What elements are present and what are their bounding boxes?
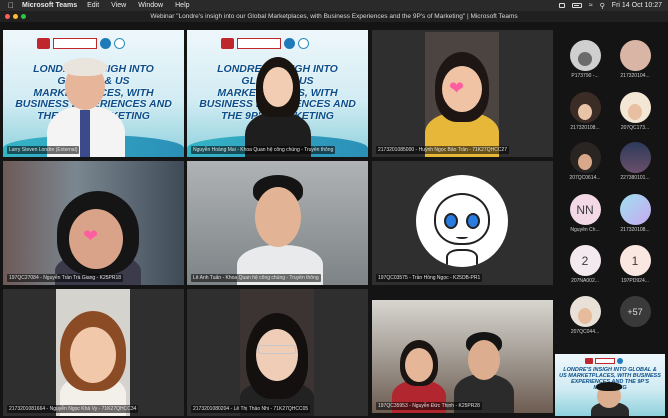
roster-label: 207NA002... xyxy=(571,278,599,284)
window-title-bar: Webinar "Londre's insigh into our Global… xyxy=(0,11,668,22)
roster-label: 197PD924... xyxy=(621,278,649,284)
window-title: Webinar "Londre's insigh into our Global… xyxy=(150,13,518,20)
participant-name: 197QC27084 - Nguyễn Trần Trà Giang - K25… xyxy=(7,274,124,282)
menu-item-view[interactable]: View xyxy=(111,2,126,9)
avatar xyxy=(569,142,601,173)
self-view-tile[interactable]: LONDRE'S INSIGH INTO GLOBAL & US MARKETP… xyxy=(555,354,665,416)
search-icon[interactable]: ⚲ xyxy=(600,2,605,10)
close-window-button[interactable] xyxy=(5,14,10,19)
video-tile[interactable]: 197QC35953 - Nguyễn Đức Thịnh - K25PR28 xyxy=(372,300,553,413)
roster-label: Nguyễn Ch... xyxy=(570,227,600,233)
apple-icon[interactable]:  xyxy=(8,1,14,10)
status-icon[interactable] xyxy=(558,3,565,8)
avatar xyxy=(569,296,601,327)
roster-label: 227380101... xyxy=(620,175,650,181)
roster-label: 207QC173... xyxy=(620,125,650,131)
video-tile[interactable]: 2173201080204 - Lê Thị Thảo Nhi - 71K27Q… xyxy=(187,289,368,416)
badge-logo xyxy=(100,38,111,49)
roster-participant[interactable]: 2 207NA002... xyxy=(565,245,605,284)
menu-item-window[interactable]: Window xyxy=(138,2,163,9)
avatar xyxy=(619,40,651,71)
zoom-window-button[interactable] xyxy=(21,14,26,19)
avatar xyxy=(569,92,601,123)
menu-item-help[interactable]: Help xyxy=(175,2,189,9)
participant-name: Larry Steven Londre (External) xyxy=(7,146,80,154)
roster-label: 217320104... xyxy=(620,73,650,79)
badge-logo xyxy=(284,38,295,49)
clock[interactable]: Fri 14 Oct 10:27 xyxy=(612,2,662,9)
menu-bar:  Microsoft Teams Edit View Window Help … xyxy=(0,0,668,11)
app-menu[interactable]: Microsoft Teams xyxy=(22,2,77,9)
avatar xyxy=(619,194,651,225)
video-tile[interactable]: Lê Anh Tuấn - Khoa Quan hệ công chúng - … xyxy=(187,161,368,285)
roster-participant[interactable]: NN Nguyễn Ch... xyxy=(565,194,605,233)
roster-participant[interactable]: 217320108... xyxy=(615,194,655,233)
roster-participant[interactable]: 227380101... xyxy=(615,142,655,181)
roster-label: P173790 -... xyxy=(571,73,599,79)
roster-participant[interactable]: 207QC173... xyxy=(615,92,655,131)
video-tile[interactable]: ❤ 197QC27084 - Nguyễn Trần Trà Giang - K… xyxy=(3,161,184,285)
battery-icon[interactable] xyxy=(571,3,582,8)
participant-name: 2173201085000 - Huỳnh Ngọc Bảo Trân - 71… xyxy=(376,146,509,154)
avatar-initials: 1 xyxy=(619,245,651,276)
participant-name: Nguyễn Hoàng Mai - Khoa Quan hệ công chú… xyxy=(191,146,336,154)
participant-name: 197QC35953 - Nguyễn Đức Thịnh - K25PR28 xyxy=(376,402,482,410)
profile-image xyxy=(416,175,508,267)
roster-label: 217320108... xyxy=(570,125,600,131)
participant-name: 2173201080204 - Lê Thị Thảo Nhi - 71K27Q… xyxy=(191,405,311,413)
university-logo xyxy=(221,38,234,49)
more-participants-button[interactable]: +57 xyxy=(615,296,655,327)
heart-icon: ❤ xyxy=(449,78,465,98)
menu-item-edit[interactable]: Edit xyxy=(87,2,99,9)
roster-participant[interactable]: P173790 -... xyxy=(565,40,605,79)
avatar-initials: 2 xyxy=(569,245,601,276)
video-tile[interactable]: 2173201081664 - Nguyễn Ngọc Khả Vy - 71K… xyxy=(3,289,184,416)
participant-video xyxy=(240,289,314,416)
roster-label: 207QC0614... xyxy=(569,175,601,181)
roster-participant[interactable]: 207QC0614... xyxy=(565,142,605,181)
avatar xyxy=(619,142,651,173)
video-tile[interactable]: ❤ 2173201085000 - Huỳnh Ngọc Bảo Trân - … xyxy=(372,30,553,157)
participant-name: 2173201081664 - Nguyễn Ngọc Khả Vy - 71K… xyxy=(7,405,139,413)
participant-name: 197QC03575 - Trần Hồng Ngọc - K25DB-PR1 xyxy=(376,274,483,282)
video-tile[interactable]: 197QC03575 - Trần Hồng Ngọc - K25DB-PR1 xyxy=(372,161,553,285)
video-tile[interactable]: LONDRE'S INSIGH INTO GLOBAL & US MARKETP… xyxy=(3,30,184,157)
minimize-window-button[interactable] xyxy=(13,14,18,19)
roster-participant[interactable]: 1 197PD924... xyxy=(615,245,655,284)
roster-participant[interactable]: 207QC044... xyxy=(565,296,605,335)
university-logo xyxy=(585,358,593,364)
avatar-initials: NN xyxy=(569,194,601,225)
participant-video xyxy=(56,289,130,416)
wifi-icon[interactable]: ≈ xyxy=(589,2,593,9)
roster-label: 217320108... xyxy=(620,227,650,233)
roster-label: 207QC044... xyxy=(570,329,600,335)
more-participants-count: +57 xyxy=(619,296,651,327)
participant-name: Lê Anh Tuấn - Khoa Quan hệ công chúng - … xyxy=(191,274,321,282)
participant-video: ❤ xyxy=(425,32,499,157)
avatar xyxy=(569,40,601,71)
video-tile[interactable]: LONDRE'S INSIGH INTO GLOBAL & US MARKETP… xyxy=(187,30,368,157)
avatar xyxy=(619,92,651,123)
heart-icon: ❤ xyxy=(83,226,99,246)
roster-participant[interactable]: 217320104... xyxy=(615,40,655,79)
roster-participant[interactable]: 217320108... xyxy=(565,92,605,131)
university-logo xyxy=(37,38,50,49)
meeting-stage: LONDRE'S INSIGH INTO GLOBAL & US MARKETP… xyxy=(0,22,668,418)
